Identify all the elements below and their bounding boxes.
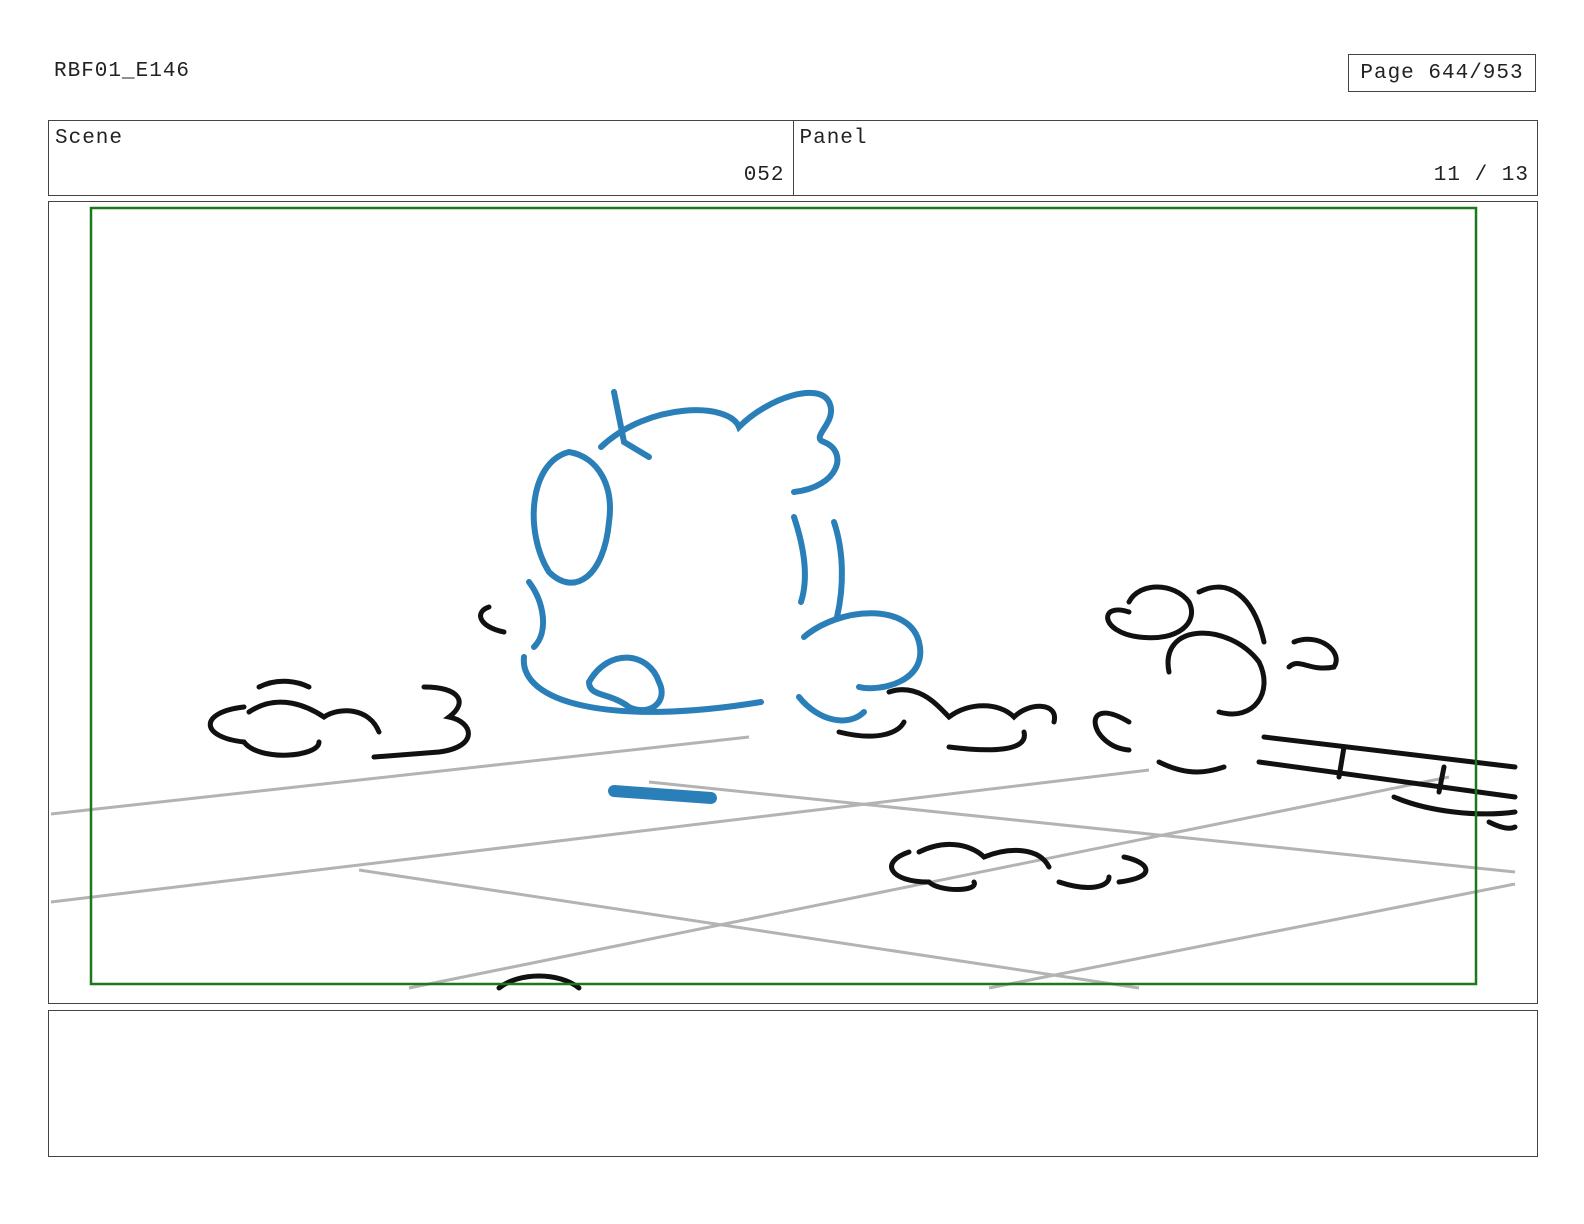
- scene-number: 052: [743, 164, 785, 187]
- panel-label: Panel: [799, 127, 868, 150]
- panel-number: 11 / 13: [1433, 164, 1529, 187]
- scene-cell: Scene 052: [49, 121, 793, 195]
- notes-box: [48, 1010, 1538, 1157]
- storyboard-drawing: [50, 206, 1518, 991]
- scene-panel-info-row: Scene 052 Panel 11 / 13: [48, 120, 1538, 196]
- safe-area-frame: [89, 206, 1478, 986]
- page-number: Page 644/953: [1348, 54, 1536, 92]
- storyboard-frame: [48, 201, 1538, 1004]
- panel-cell: Panel 11 / 13: [792, 121, 1538, 195]
- document-id: RBF01_E146: [54, 60, 191, 83]
- floor-grid: [50, 735, 1516, 990]
- ink-sketch: [208, 584, 1518, 991]
- scene-label: Scene: [55, 127, 124, 150]
